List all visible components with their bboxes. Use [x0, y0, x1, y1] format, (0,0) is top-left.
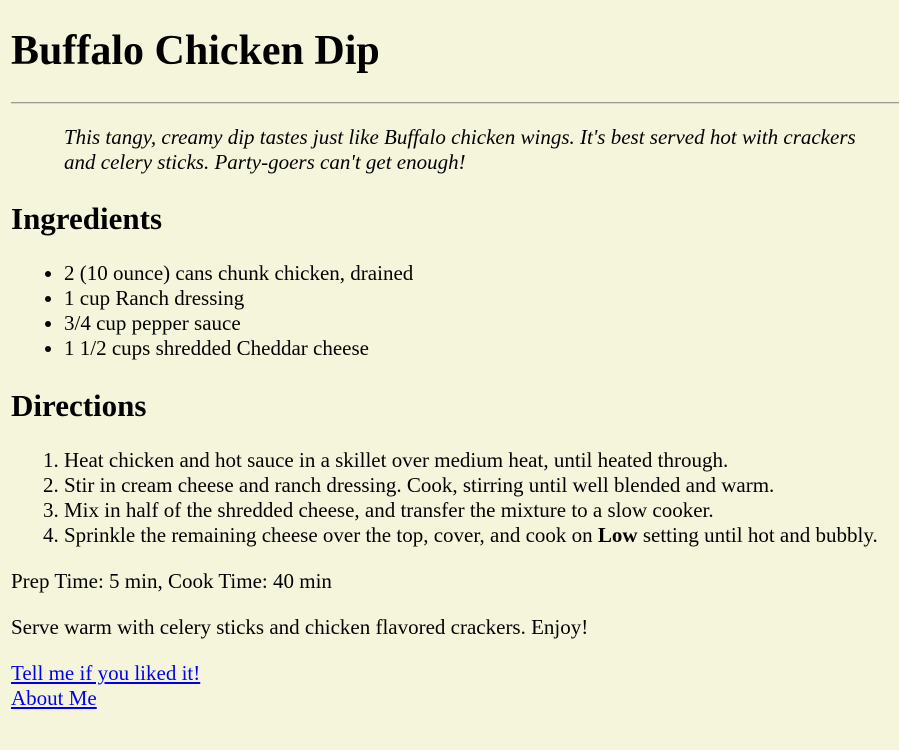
- ingredient-item: 2 (10 ounce) cans chunk chicken, drained: [64, 261, 899, 286]
- direction-step: Heat chicken and hot sauce in a skillet …: [64, 448, 899, 473]
- direction-step-text: setting until hot and bubbly.: [637, 523, 878, 547]
- title-divider: [11, 102, 899, 104]
- ingredients-list: 2 (10 ounce) cans chunk chicken, drained…: [11, 261, 899, 361]
- ingredients-heading: Ingredients: [11, 201, 163, 236]
- ingredient-item: 1 1/2 cups shredded Cheddar cheese: [64, 336, 899, 361]
- direction-step: Sprinkle the remaining cheese over the t…: [64, 523, 899, 548]
- page-title: Buffalo Chicken Dip: [11, 28, 380, 74]
- ingredient-item: 1 cup Ranch dressing: [64, 286, 899, 311]
- low-setting-emphasis: Low: [597, 523, 638, 547]
- footer-links: Tell me if you liked it! About Me: [11, 661, 899, 711]
- direction-step: Stir in cream cheese and ranch dressing.…: [64, 473, 899, 498]
- feedback-link[interactable]: Tell me if you liked it!: [11, 661, 899, 686]
- recipe-description: This tangy, creamy dip tastes just like …: [64, 125, 856, 174]
- directions-list: Heat chicken and hot sauce in a skillet …: [11, 448, 899, 548]
- directions-heading: Directions: [11, 388, 147, 423]
- about-me-link[interactable]: About Me: [11, 686, 899, 711]
- direction-step: Mix in half of the shredded cheese, and …: [64, 498, 899, 523]
- serving-note: Serve warm with celery sticks and chicke…: [11, 615, 589, 639]
- direction-step-text: Sprinkle the remaining cheese over the t…: [64, 523, 598, 547]
- prep-time: Prep Time: 5 min, Cook Time: 40 min: [11, 569, 332, 593]
- ingredient-item: 3/4 cup pepper sauce: [64, 311, 899, 336]
